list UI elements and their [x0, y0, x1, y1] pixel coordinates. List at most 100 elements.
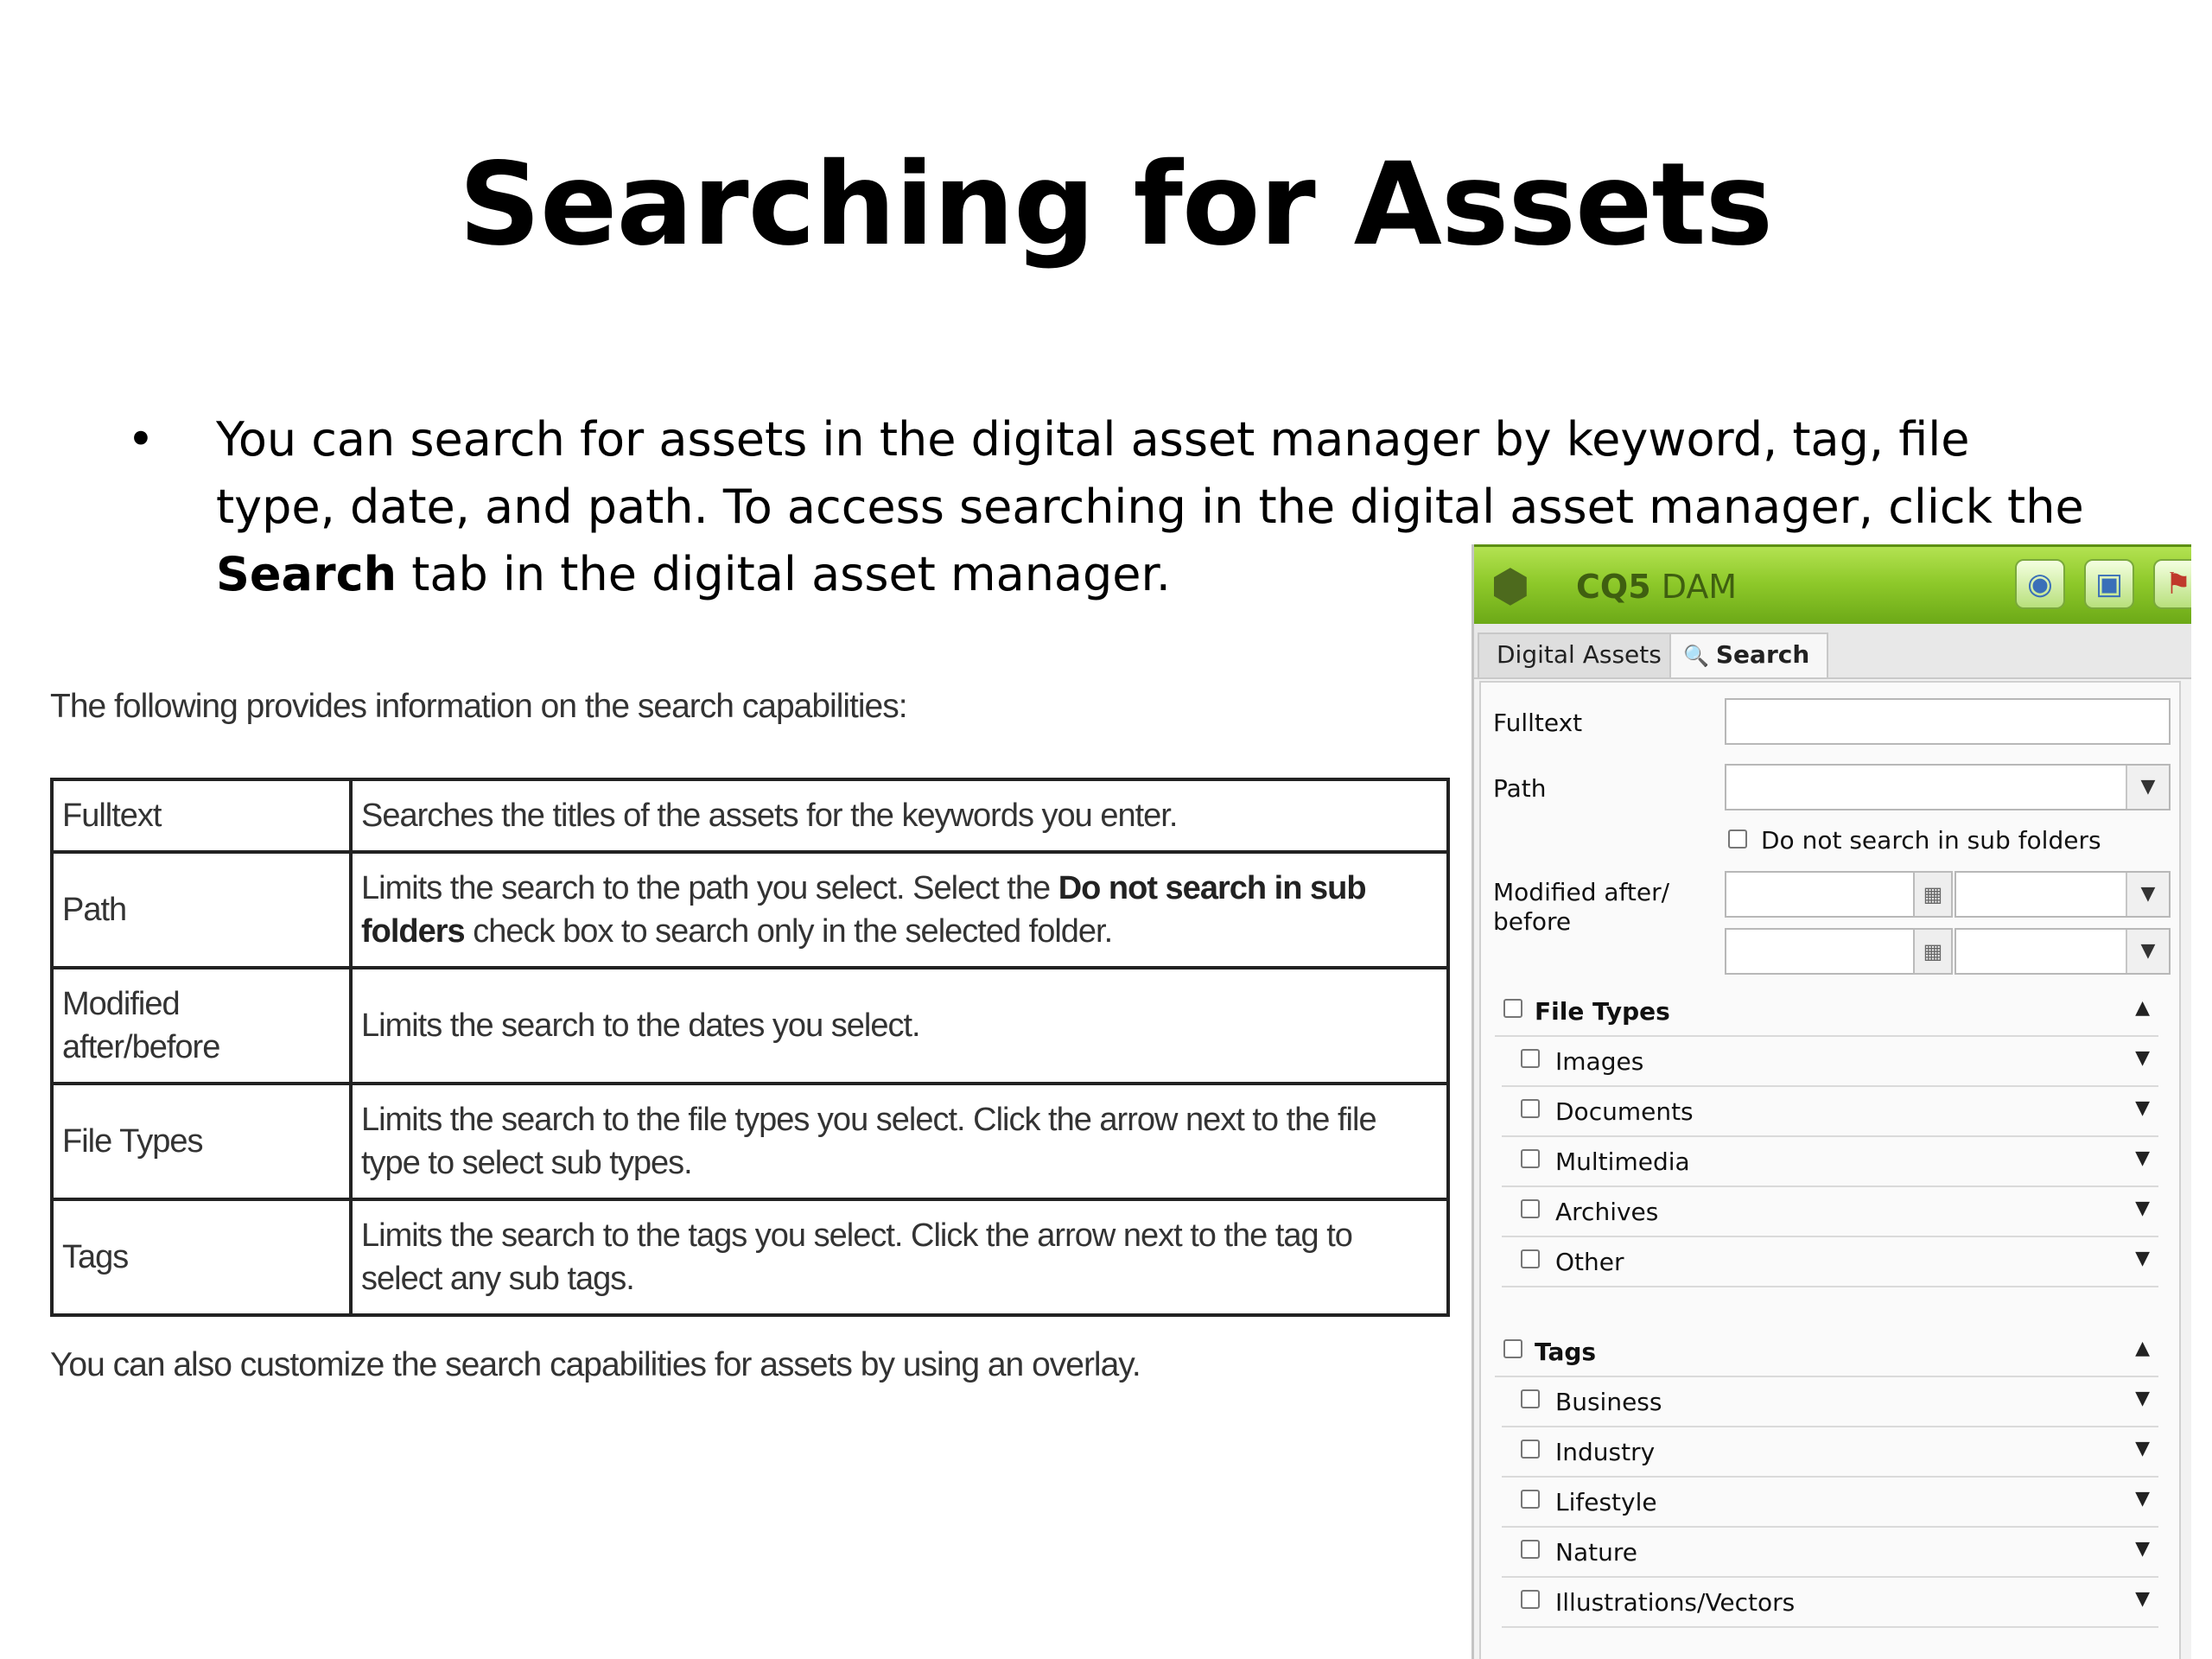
table-desc: Searches the titles of the assets for th… — [349, 778, 1450, 854]
table-term: Fulltext — [50, 778, 353, 854]
table-desc: Limits the search to the file types you … — [349, 1082, 1450, 1201]
expand-down-icon[interactable]: ▼ — [2135, 1388, 2150, 1409]
time-dropdown-icon[interactable]: ▼ — [2126, 930, 2169, 973]
flag-icon[interactable]: ⚑ — [2153, 559, 2191, 609]
bullet-text-bold: Search — [216, 547, 397, 601]
dam-title-rest: DAM — [1650, 568, 1738, 606]
capabilities-table: Fulltext Searches the titles of the asse… — [50, 778, 1450, 1317]
list-item-nature[interactable]: Nature ▼ — [1502, 1528, 2158, 1578]
tags-group[interactable]: Tags ▲ — [1495, 1327, 2158, 1377]
bullet-text-part2: tab in the digital asset manager. — [397, 547, 1171, 601]
fulltext-label: Fulltext — [1493, 709, 1583, 737]
table-row: File Types Limits the search to the file… — [50, 1082, 1450, 1201]
list-item-other[interactable]: Other ▼ — [1502, 1237, 2158, 1287]
expand-down-icon[interactable]: ▼ — [2135, 1147, 2150, 1169]
no-subfolders-label: Do not search in sub folders — [1761, 826, 2101, 855]
expand-down-icon[interactable]: ▼ — [2135, 1097, 2150, 1119]
industry-checkbox[interactable] — [1521, 1440, 1540, 1459]
expand-down-icon[interactable]: ▼ — [2135, 1538, 2150, 1560]
bullet-text-part1: You can search for assets in the digital… — [216, 412, 2084, 534]
table-desc-post: check box to search only in the selected… — [464, 913, 1113, 950]
tags-label: Tags — [1535, 1338, 1597, 1366]
doc-intro: The following provides information on th… — [50, 688, 908, 725]
list-item-illustrations[interactable]: Illustrations/Vectors ▼ — [1502, 1578, 2158, 1628]
list-item-archives[interactable]: Archives ▼ — [1502, 1187, 2158, 1237]
path-select[interactable]: ▼ — [1725, 764, 2171, 810]
table-term: Tags — [50, 1198, 353, 1317]
file-types-group[interactable]: File Types ▲ — [1495, 987, 2158, 1037]
other-checkbox[interactable] — [1521, 1249, 1540, 1268]
dam-title: CQ5 DAM — [1576, 568, 1737, 606]
modified-before-time[interactable]: ▼ — [1955, 928, 2171, 975]
business-checkbox[interactable] — [1521, 1389, 1540, 1408]
list-item-label: Industry — [1555, 1438, 1656, 1466]
list-item-documents[interactable]: Documents ▼ — [1502, 1087, 2158, 1137]
list-item-images[interactable]: Images ▼ — [1502, 1037, 2158, 1087]
illustrations-checkbox[interactable] — [1521, 1590, 1540, 1609]
fulltext-input[interactable] — [1725, 698, 2171, 745]
dam-panel: ⬢ CQ5 DAM ◉ ▣ ⚑ Digital Assets 🔍 Search F… — [1471, 544, 2191, 1659]
no-subfolders-checkbox[interactable] — [1728, 830, 1747, 849]
path-dropdown-icon[interactable]: ▼ — [2126, 766, 2169, 809]
list-item-label: Documents — [1555, 1097, 1694, 1126]
table-row: Fulltext Searches the titles of the asse… — [50, 778, 1450, 854]
list-item-multimedia[interactable]: Multimedia ▼ — [1502, 1137, 2158, 1187]
multimedia-checkbox[interactable] — [1521, 1149, 1540, 1168]
list-item-label: Nature — [1555, 1538, 1637, 1567]
list-item-business[interactable]: Business ▼ — [1502, 1377, 2158, 1427]
cq5-logo-icon: ⬢ — [1491, 561, 1530, 613]
list-item-label: Multimedia — [1555, 1147, 1690, 1176]
bullet-dot: • — [127, 412, 155, 467]
list-item-lifestyle[interactable]: Lifestyle ▼ — [1502, 1478, 2158, 1528]
expand-down-icon[interactable]: ▼ — [2135, 1047, 2150, 1069]
table-desc: Limits the search to the path you select… — [349, 850, 1450, 969]
table-row: Path Limits the search to the path you s… — [50, 850, 1450, 969]
time-dropdown-icon[interactable]: ▼ — [2126, 873, 2169, 916]
calendar-icon[interactable]: ▦ — [1913, 928, 1953, 975]
list-item-industry[interactable]: Industry ▼ — [1502, 1427, 2158, 1478]
modified-label-line1: Modified after/ — [1493, 878, 1670, 906]
nature-checkbox[interactable] — [1521, 1540, 1540, 1559]
expand-down-icon[interactable]: ▼ — [2135, 1588, 2150, 1610]
file-types-label: File Types — [1535, 997, 1670, 1026]
expand-down-icon[interactable]: ▼ — [2135, 1198, 2150, 1219]
dam-header: ⬢ CQ5 DAM ◉ ▣ ⚑ — [1474, 544, 2191, 626]
list-item-label: Lifestyle — [1555, 1488, 1657, 1516]
doc-outro: You can also customize the search capabi… — [50, 1346, 1141, 1383]
expand-down-icon[interactable]: ▼ — [2135, 1488, 2150, 1510]
tab-digital-assets[interactable]: Digital Assets — [1478, 632, 1681, 677]
dam-title-bold: CQ5 — [1576, 568, 1651, 606]
table-row: Tags Limits the search to the tags you s… — [50, 1198, 1450, 1317]
archives-checkbox[interactable] — [1521, 1199, 1540, 1218]
globe-icon[interactable]: ◉ — [2015, 559, 2065, 609]
collapse-up-icon[interactable]: ▲ — [2135, 1338, 2150, 1359]
modified-after-time[interactable]: ▼ — [1955, 871, 2171, 918]
camera-icon[interactable]: ▣ — [2084, 559, 2134, 609]
table-term: Path — [50, 850, 353, 969]
tab-search-label: Search — [1715, 640, 1810, 669]
search-icon: 🔍 — [1683, 644, 1709, 668]
list-item-label: Images — [1555, 1047, 1644, 1076]
dam-tabs: Digital Assets 🔍 Search — [1474, 624, 2191, 679]
slide-title: Searching for Assets — [458, 138, 1773, 271]
table-term: File Types — [50, 1082, 353, 1201]
expand-down-icon[interactable]: ▼ — [2135, 1248, 2150, 1269]
path-label: Path — [1493, 774, 1547, 803]
calendar-icon[interactable]: ▦ — [1913, 871, 1953, 918]
expand-down-icon[interactable]: ▼ — [2135, 1438, 2150, 1459]
tab-search[interactable]: 🔍 Search — [1669, 632, 1829, 677]
collapse-up-icon[interactable]: ▲ — [2135, 997, 2150, 1019]
images-checkbox[interactable] — [1521, 1049, 1540, 1068]
table-desc: Limits the search to the dates you selec… — [349, 966, 1450, 1085]
list-item-label: Other — [1555, 1248, 1624, 1276]
documents-checkbox[interactable] — [1521, 1099, 1540, 1118]
file-types-checkbox[interactable] — [1503, 999, 1522, 1018]
search-form: Fulltext Path ▼ Do not search in sub fol… — [1479, 681, 2181, 1659]
list-item-label: Archives — [1555, 1198, 1659, 1226]
table-desc: Limits the search to the tags you select… — [349, 1198, 1450, 1317]
lifestyle-checkbox[interactable] — [1521, 1490, 1540, 1509]
tags-checkbox[interactable] — [1503, 1339, 1522, 1358]
table-row: Modified after/before Limits the search … — [50, 966, 1450, 1085]
list-item-label: Illustrations/Vectors — [1555, 1588, 1796, 1617]
modified-label-line2: before — [1493, 907, 1572, 936]
